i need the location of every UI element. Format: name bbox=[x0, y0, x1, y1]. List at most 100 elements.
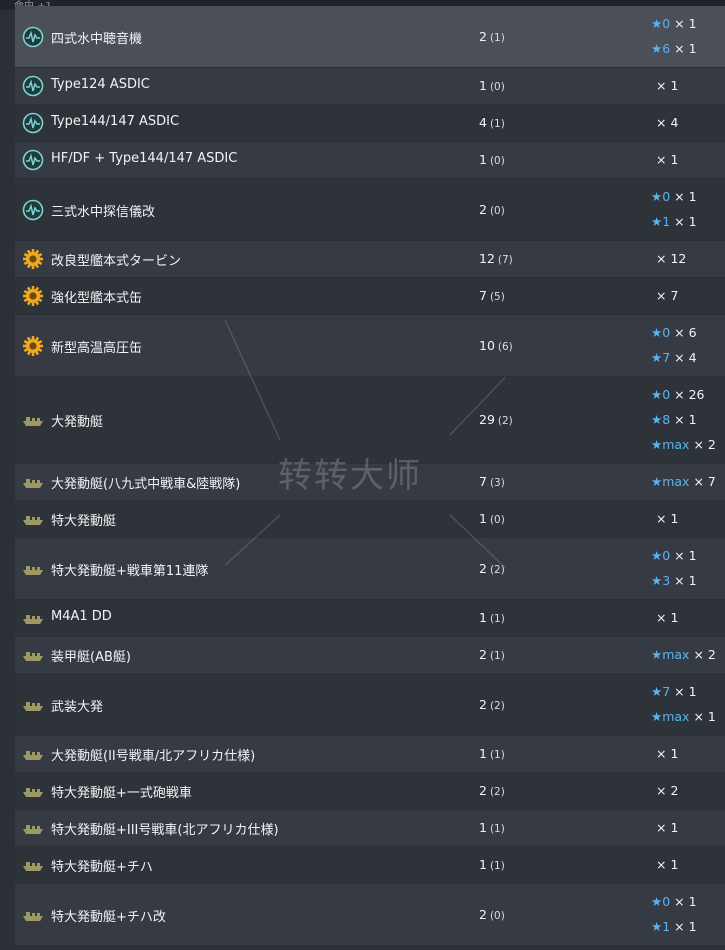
item-name: 三式水中探信儀改 bbox=[51, 204, 156, 220]
list-item[interactable]: 特大発動艇+戦車第11連隊 2 (2) ★0 × 1 ★3 × 1 bbox=[15, 538, 725, 599]
star-count: × 1 bbox=[656, 610, 679, 625]
improvement-breakdown: ★0 × 1 ★1 × 1 bbox=[651, 179, 725, 240]
item-name: HF/DF + Type144/147 ASDIC bbox=[51, 151, 238, 166]
star-level: ★7 bbox=[651, 684, 671, 699]
list-item[interactable]: HF/DF + Type144/147 ASDIC 1 (0) × 1 bbox=[15, 142, 725, 178]
list-item[interactable]: 新型高温高圧缶 10 (6) ★0 × 6 ★7 × 4 bbox=[15, 315, 725, 376]
list-item[interactable]: Type144/147 ASDIC 4 (1) × 4 bbox=[15, 105, 725, 141]
count-value: 1 bbox=[479, 511, 487, 526]
star-count: × 1 bbox=[674, 214, 697, 229]
improvement-line: ★max × 2 bbox=[651, 437, 716, 452]
list-item[interactable]: 強化型艦本式缶 7 (5) × 7 bbox=[15, 278, 725, 314]
count-equipped: (1) bbox=[489, 860, 505, 872]
list-item[interactable]: 特大発動艇+III号戦車(北アフリカ仕様) 1 (1) × 1 bbox=[15, 810, 725, 846]
improvement-breakdown: ★max × 7 bbox=[651, 464, 725, 500]
improvement-breakdown: × 1 bbox=[651, 68, 725, 104]
list-item[interactable]: 特大発動艇 1 (0) × 1 bbox=[15, 501, 725, 537]
count-equipped: (2) bbox=[489, 699, 505, 712]
star-level: ★3 bbox=[651, 573, 671, 588]
count-equipped: (2) bbox=[497, 415, 513, 427]
star-level: ★0 bbox=[651, 548, 671, 563]
count-value: 1 bbox=[479, 78, 487, 93]
item-count: 1 (0) bbox=[479, 78, 505, 93]
count-value: 29 bbox=[479, 412, 495, 427]
star-count: × 1 bbox=[674, 684, 697, 699]
improvement-line: ★max × 1 bbox=[651, 709, 716, 724]
list-item[interactable]: 大発動艇 29 (2) ★0 × 26 ★8 × 1 ★max × 2 bbox=[15, 377, 725, 463]
list-item[interactable]: 装甲艇(AB艇) 2 (1) ★max × 2 bbox=[15, 637, 725, 673]
list-item[interactable]: M4A1 DD 1 (1) × 1 bbox=[15, 600, 725, 636]
count-value: 1 bbox=[479, 857, 487, 872]
star-level: ★max bbox=[651, 709, 690, 724]
item-name: 特大発動艇 bbox=[51, 514, 117, 529]
equipment-list: 四式水中聴音機 2 (1) ★0 × 1 ★6 × 1 Type124 ASDIC 1 (0)… bbox=[15, 6, 725, 946]
star-count: × 26 bbox=[674, 387, 705, 402]
improvement-breakdown: ★0 × 1 ★1 × 1 bbox=[651, 884, 725, 945]
star-count: × 1 bbox=[656, 820, 679, 835]
list-item[interactable]: 特大発動艇+一式砲戦車 2 (2) × 2 bbox=[15, 773, 725, 809]
improvement-line: × 1 bbox=[656, 857, 678, 872]
item-name: 改良型艦本式タービン bbox=[51, 254, 182, 269]
count-equipped: (1) bbox=[489, 118, 505, 130]
improvement-line: × 7 bbox=[656, 288, 678, 303]
star-level: ★0 bbox=[651, 16, 671, 31]
landing-craft-icon bbox=[22, 644, 44, 666]
list-item[interactable]: 特大発動艇+チハ 1 (1) × 1 bbox=[15, 847, 725, 883]
star-level: ★1 bbox=[651, 214, 671, 229]
improvement-line: ★0 × 1 bbox=[651, 189, 697, 204]
item-count: 1 (1) bbox=[479, 857, 505, 872]
improvement-line: ★0 × 1 bbox=[651, 16, 697, 31]
count-equipped: (1) bbox=[489, 823, 505, 835]
item-count: 1 (0) bbox=[479, 511, 505, 526]
improvement-breakdown: ★0 × 1 ★6 × 1 bbox=[651, 6, 725, 67]
item-count: 2 (1) bbox=[479, 29, 505, 44]
list-item[interactable]: 武装大発 2 (2) ★7 × 1 ★max × 1 bbox=[15, 674, 725, 735]
landing-craft-icon bbox=[22, 743, 44, 765]
count-equipped: (5) bbox=[489, 291, 505, 303]
list-item[interactable]: 大発動艇(八九式中戦車&陸戦隊) 7 (3) ★max × 7 bbox=[15, 464, 725, 500]
list-item[interactable]: 四式水中聴音機 2 (1) ★0 × 1 ★6 × 1 bbox=[15, 6, 725, 67]
star-count: × 12 bbox=[656, 251, 687, 266]
count-value: 1 bbox=[479, 152, 487, 167]
count-value: 1 bbox=[479, 610, 487, 625]
list-item[interactable]: 大発動艇(II号戦車/北アフリカ仕様) 1 (1) × 1 bbox=[15, 736, 725, 772]
improvement-breakdown: × 1 bbox=[651, 501, 725, 537]
landing-craft-icon bbox=[22, 854, 44, 876]
item-name: 特大発動艇+チハ改 bbox=[51, 909, 166, 925]
count-value: 10 bbox=[479, 337, 495, 353]
list-item[interactable]: 三式水中探信儀改 2 (0) ★0 × 1 ★1 × 1 bbox=[15, 179, 725, 240]
item-count: 12 (7) bbox=[479, 251, 513, 266]
improvement-line: ★7 × 1 bbox=[651, 684, 697, 699]
item-name: 大発動艇 bbox=[51, 415, 104, 430]
star-level: ★max bbox=[651, 437, 690, 452]
item-count: 2 (0) bbox=[479, 202, 505, 217]
engine-icon bbox=[22, 285, 44, 307]
landing-craft-icon bbox=[22, 817, 44, 839]
star-count: × 2 bbox=[656, 783, 679, 798]
count-value: 1 bbox=[479, 820, 487, 835]
improvement-line: ★1 × 1 bbox=[651, 214, 697, 229]
improvement-line: ★6 × 1 bbox=[651, 41, 697, 56]
improvement-breakdown: ★0 × 6 ★7 × 4 bbox=[651, 315, 725, 376]
star-count: × 1 bbox=[674, 41, 697, 56]
count-value: 4 bbox=[479, 115, 487, 130]
count-equipped: (2) bbox=[489, 563, 505, 576]
item-name: 大発動艇(II号戦車/北アフリカ仕様) bbox=[51, 749, 256, 764]
list-item[interactable]: 改良型艦本式タービン 12 (7) × 12 bbox=[15, 241, 725, 277]
item-count: 7 (3) bbox=[479, 474, 505, 489]
improvement-line: × 1 bbox=[656, 78, 678, 93]
list-item[interactable]: Type124 ASDIC 1 (0) × 1 bbox=[15, 68, 725, 104]
star-count: × 4 bbox=[656, 115, 679, 130]
count-equipped: (1) bbox=[489, 749, 505, 761]
improvement-line: ★1 × 1 bbox=[651, 919, 697, 934]
landing-craft-icon bbox=[22, 409, 44, 431]
star-count: × 1 bbox=[674, 412, 697, 427]
landing-craft-icon bbox=[22, 508, 44, 530]
item-name: 特大発動艇+戦車第11連隊 bbox=[51, 563, 209, 579]
count-value: 7 bbox=[479, 288, 487, 303]
star-count: × 1 bbox=[656, 746, 679, 761]
item-count: 2 (0) bbox=[479, 907, 505, 922]
star-level: ★8 bbox=[651, 412, 671, 427]
list-item[interactable]: 特大発動艇+チハ改 2 (0) ★0 × 1 ★1 × 1 bbox=[15, 884, 725, 945]
improvement-line: ★0 × 6 bbox=[651, 325, 697, 340]
